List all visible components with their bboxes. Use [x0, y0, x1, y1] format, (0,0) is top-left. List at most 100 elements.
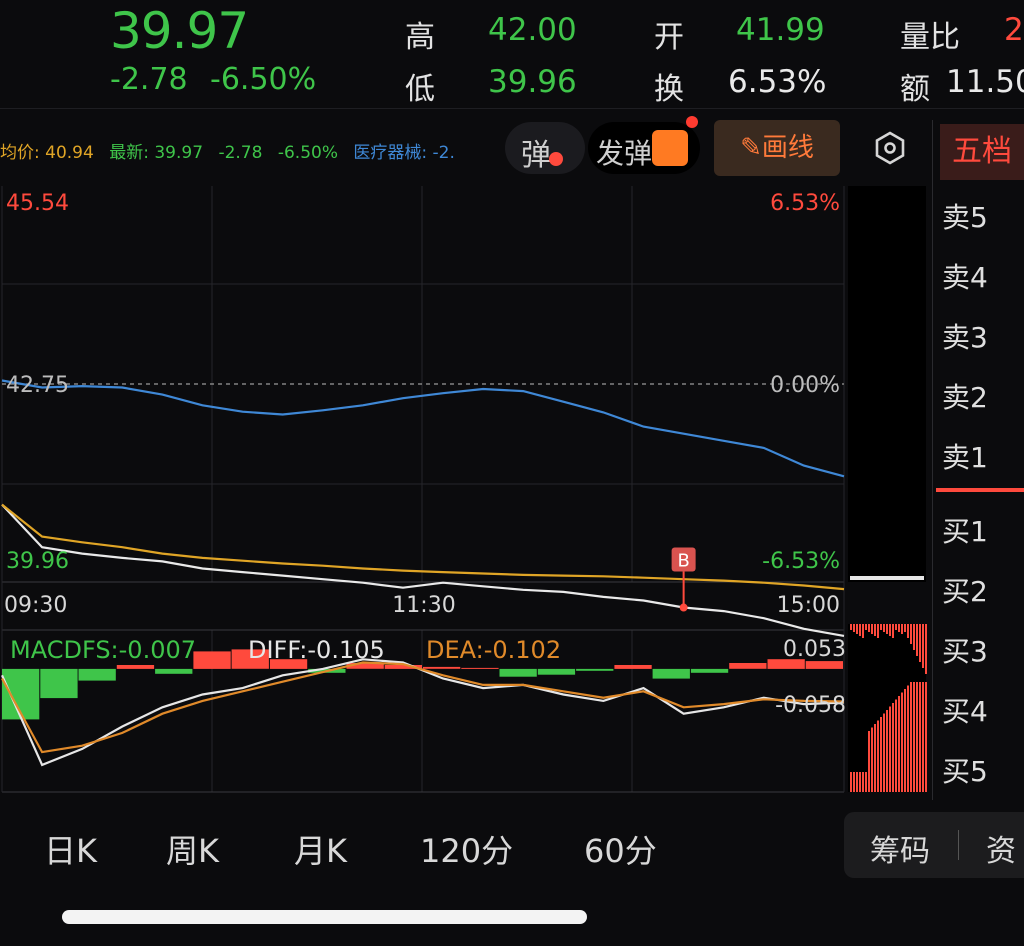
tab-five-level[interactable]: 五档: [940, 124, 1024, 180]
y-tick-left: 39.96: [6, 549, 69, 574]
grid: [1, 186, 845, 793]
side-bar-bottom: [925, 682, 927, 792]
macd-bar: [805, 661, 843, 669]
side-bar-top: [925, 624, 927, 674]
side-bar-top: [883, 624, 885, 632]
chart-legend: 均价: 40.94 最新: 39.97 -2.78 -6.50% 医疗器械: -…: [0, 138, 500, 163]
macd-bar: [499, 668, 537, 677]
macd-bar: [193, 651, 231, 669]
legend-pct: -6.50%: [277, 143, 338, 163]
side-bar-top: [916, 624, 918, 656]
side-bar-top: [904, 624, 906, 632]
order-sell-3: 卖3: [942, 321, 988, 354]
legend-latest: 最新: 39.97: [109, 143, 204, 163]
home-indicator[interactable]: [62, 910, 587, 924]
macd-bar: [537, 668, 576, 675]
side-bar-top: [901, 624, 903, 634]
tab-period-2[interactable]: 月K: [294, 826, 347, 872]
side-bar-top: [886, 624, 888, 634]
draw-line-button[interactable]: ✎画线: [714, 120, 840, 176]
low-label: 低: [405, 72, 435, 107]
side-bar-bottom: [907, 685, 909, 792]
side-bar-top: [871, 624, 873, 634]
pencil-icon: ✎: [740, 133, 762, 163]
turnover-value: 6.53%: [728, 64, 827, 100]
side-bar-top: [853, 624, 855, 632]
danmu-check-icon: [549, 152, 563, 166]
order-sell-1: 卖1: [942, 441, 988, 474]
side-bar-top: [880, 624, 882, 630]
macd-bar: [40, 668, 78, 699]
side-bar-top: [874, 624, 876, 636]
macd-bar: [652, 668, 690, 679]
x-tick: 11:30: [392, 593, 455, 618]
tab-period-0[interactable]: 日K: [44, 826, 97, 872]
order-sell-5: 卖5: [942, 201, 988, 234]
order-book-price-bar: [936, 488, 1024, 492]
macd-bar: [461, 667, 499, 669]
side-bar-bottom: [856, 772, 858, 792]
macd-bar: [576, 668, 614, 671]
side-bar-top: [919, 624, 921, 662]
tab-period-1[interactable]: 周K: [166, 826, 219, 872]
side-bar-top: [889, 624, 891, 636]
side-bar-bottom: [862, 772, 864, 792]
side-bar-bottom: [895, 699, 897, 792]
annotation-label: B: [677, 551, 689, 572]
open-value: 41.99: [736, 12, 825, 48]
y-tick-left: 45.54: [6, 191, 69, 216]
send-danmu-label: 发弹: [596, 137, 653, 170]
x-tick: 09:30: [4, 593, 67, 618]
amount-value: 11.50: [946, 64, 1024, 100]
side-bar-bottom: [898, 696, 900, 792]
macd-bar: [423, 666, 461, 669]
notification-dot-icon: [686, 116, 698, 128]
side-bar-top: [898, 624, 900, 632]
high-value: 42.00: [488, 12, 577, 48]
side-bar-bottom: [850, 772, 852, 792]
tab-capital[interactable]: 资: [986, 826, 1016, 870]
macd-bar: [155, 668, 193, 674]
side-bar-bottom: [883, 713, 885, 792]
macd-chart: MACDFS:-0.007 DIFF:-0.105 DEA:-0.102 0.053 -…: [0, 636, 846, 767]
send-danmu-button[interactable]: 发弹: [588, 116, 700, 174]
side-bar-bottom: [892, 703, 894, 792]
macd-series-0: [0, 658, 845, 767]
side-bar-bottom: [859, 772, 861, 792]
volume-ratio-value: 2: [1004, 12, 1024, 48]
side-bar-top: [922, 624, 924, 668]
side-bar-bottom: [916, 682, 918, 792]
gift-icon: [652, 130, 688, 166]
annotation-dot: [679, 603, 688, 612]
side-bar-top: [913, 624, 915, 650]
macd-bar: [614, 665, 652, 669]
side-bar-top: [907, 624, 909, 638]
side-bar-bottom: [868, 731, 870, 792]
order-sell-4: 卖4: [942, 261, 988, 294]
side-volume-panel: [848, 186, 927, 792]
order-buy-2: 买2: [942, 575, 988, 608]
side-bar-top: [859, 624, 861, 636]
danmu-toggle-button[interactable]: 弹: [505, 122, 585, 174]
tab-chips[interactable]: 筹码: [870, 826, 930, 870]
order-buy-5: 买5: [942, 755, 988, 788]
side-bar-bottom: [877, 720, 879, 792]
y-tick-right: -6.53%: [762, 549, 840, 574]
order-buy-1: 买1: [942, 515, 988, 548]
side-bar-bottom: [853, 772, 855, 792]
side-panel-bar: [850, 576, 924, 580]
side-bar-bottom: [913, 682, 915, 792]
tab-period-4[interactable]: 60分: [584, 826, 657, 872]
price-change-pct: -6.50%: [210, 62, 317, 97]
settings-hexagon-icon[interactable]: [872, 130, 908, 166]
macd-bar: [116, 665, 155, 669]
tab-period-3[interactable]: 120分: [420, 826, 513, 872]
side-bar-bottom: [889, 706, 891, 792]
price-change: -2.78: [110, 62, 188, 97]
amount-label: 额: [900, 72, 930, 107]
macd-bar: [729, 663, 767, 669]
side-bar-bottom: [922, 682, 924, 792]
side-bar-bottom: [886, 710, 888, 792]
diff-label: DIFF:-0.105: [248, 636, 385, 664]
legend-avg: 均价: 40.94: [0, 143, 94, 163]
